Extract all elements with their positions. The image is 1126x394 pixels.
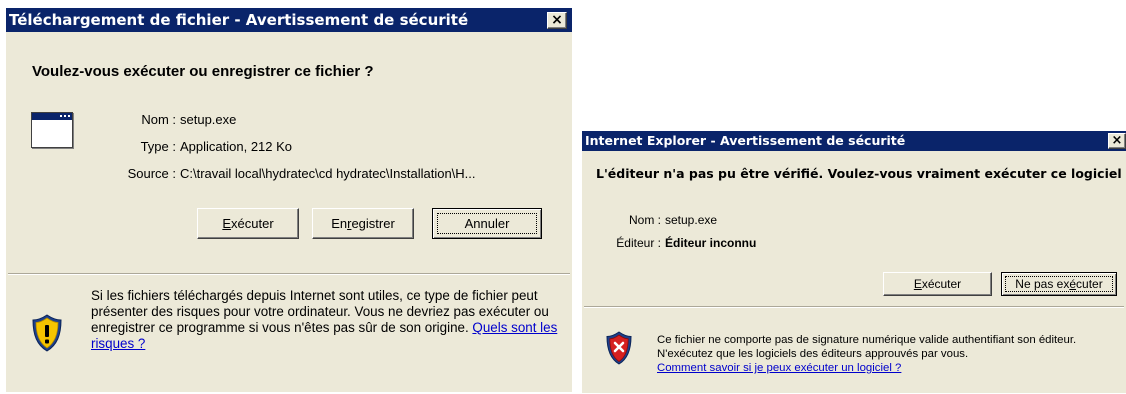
title-bar[interactable]: Internet Explorer - Avertissement de séc…	[582, 131, 1126, 151]
source-label: Source :	[127, 166, 176, 181]
close-button[interactable]: ×	[547, 12, 567, 29]
save-button[interactable]: Enregistrer	[312, 208, 414, 239]
file-download-dialog: Téléchargement de fichier - Avertissemen…	[6, 8, 572, 392]
dialog-heading: Voulez-vous exécuter ou enregistrer ce f…	[32, 63, 374, 80]
ie-security-dialog: Internet Explorer - Avertissement de séc…	[582, 131, 1126, 393]
error-shield-icon	[604, 330, 634, 366]
source-value: C:\travail local\hydratec\cd hydratec\In…	[180, 166, 476, 181]
how-to-know-link[interactable]: Comment savoir si je peux exécuter un lo…	[657, 362, 901, 374]
name-label: Nom :	[141, 112, 176, 127]
name-label: Nom :	[628, 213, 661, 227]
publisher-label: Éditeur :	[616, 236, 661, 250]
application-icon	[31, 112, 73, 148]
type-value: Application, 212 Ko	[180, 139, 293, 154]
dialog-title: Téléchargement de fichier - Avertissemen…	[9, 11, 469, 29]
warning-text: Ce fichier ne comporte pas de signature …	[657, 334, 1077, 374]
name-value: setup.exe	[180, 112, 237, 127]
close-button[interactable]: ×	[1108, 133, 1126, 149]
run-button[interactable]: Exécuter	[883, 272, 992, 296]
dialog-heading: L'éditeur n'a pas pu être vérifié. Voule…	[596, 166, 1126, 181]
run-button[interactable]: Exécuter	[197, 208, 299, 239]
title-bar[interactable]: Téléchargement de fichier - Avertissemen…	[6, 8, 572, 32]
type-label: Type :	[140, 139, 176, 154]
close-icon: ×	[551, 12, 563, 28]
dialog-title: Internet Explorer - Avertissement de séc…	[585, 133, 906, 148]
warning-text: Si les fichiers téléchargés depuis Inter…	[91, 288, 558, 351]
warning-shield-icon	[30, 313, 64, 353]
cancel-button[interactable]: Annuler	[432, 208, 542, 239]
publisher-value: Éditeur inconnu	[665, 236, 757, 250]
close-icon: ×	[1111, 133, 1123, 148]
dont-run-button[interactable]: Ne pas exécuter	[1001, 272, 1117, 296]
name-value: setup.exe	[665, 213, 718, 227]
